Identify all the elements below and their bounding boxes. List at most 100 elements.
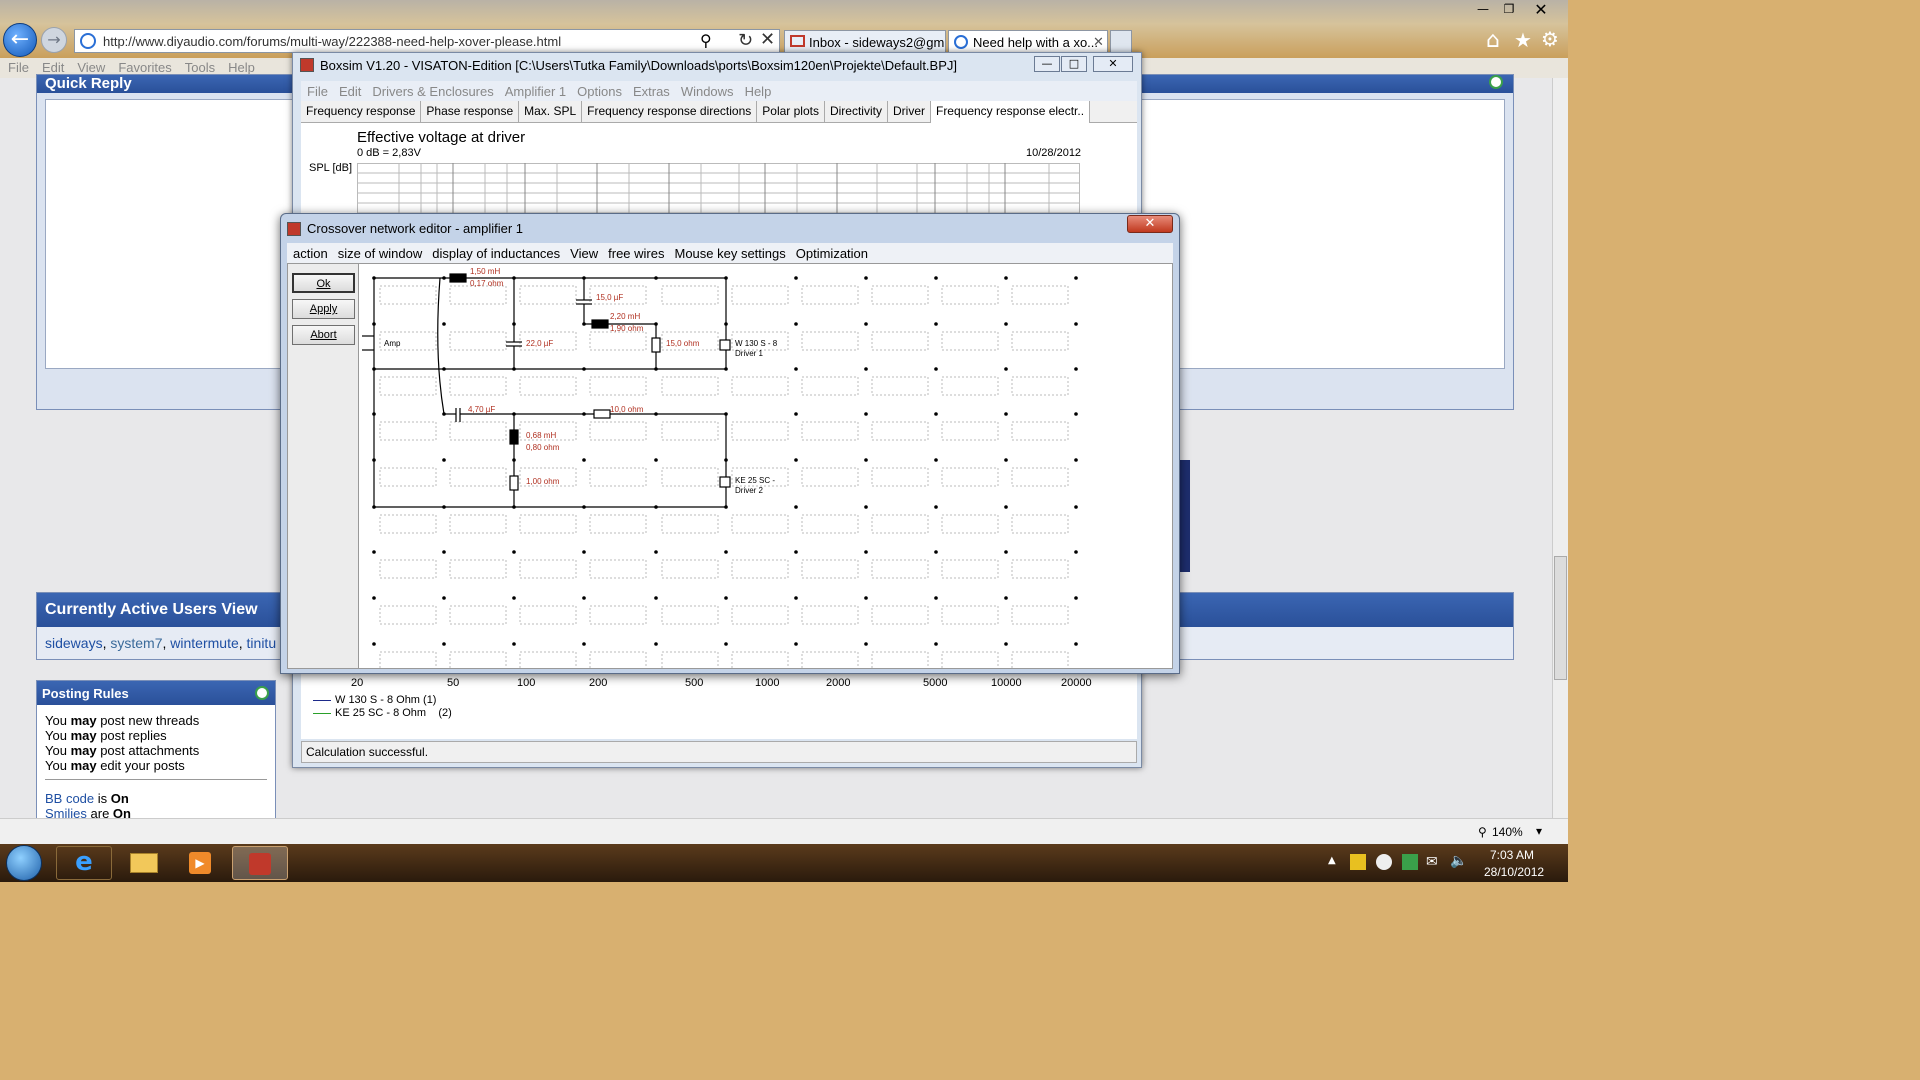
tray-app-icon[interactable] <box>1350 854 1366 870</box>
back-button[interactable]: ← <box>3 23 37 57</box>
circuit-canvas[interactable]: 1,50 mH 0,17 ohm 15,0 µF 2,20 mH 1,90 oh… <box>360 264 1172 668</box>
menu-size-of-window[interactable]: size of window <box>338 246 423 261</box>
active-users-title[interactable]: Currently Active Users View <box>45 601 258 618</box>
minimize-icon[interactable]: — <box>1034 56 1060 72</box>
tab-need-help[interactable]: Need help with a xo... ✕ <box>948 30 1108 54</box>
component-slot <box>941 421 999 441</box>
menu-edit[interactable]: Edit <box>339 84 361 99</box>
stop-icon[interactable]: ✕ <box>760 29 775 50</box>
menu-tools[interactable]: Tools <box>185 58 215 75</box>
tab-frequency-response[interactable]: Frequency response <box>301 101 422 123</box>
start-button[interactable] <box>6 845 42 881</box>
grid-node <box>864 322 868 326</box>
folder-taskbar-icon[interactable] <box>116 846 172 880</box>
zoom-dropdown-icon[interactable]: ▾ <box>1536 824 1542 838</box>
user-link[interactable]: wintermute <box>170 635 238 651</box>
clock-time[interactable]: 7:03 AM <box>1490 848 1534 862</box>
page-scrollbar[interactable] <box>1552 78 1568 818</box>
grid-node <box>934 322 938 326</box>
l2-resistance-label: 1,90 ohm <box>610 324 644 333</box>
menu-extras[interactable]: Extras <box>633 84 670 99</box>
menu-edit[interactable]: Edit <box>42 58 64 75</box>
menu-view[interactable]: View <box>570 246 598 261</box>
menu-mouse-key-settings[interactable]: Mouse key settings <box>674 246 785 261</box>
close-icon[interactable]: ✕ <box>1528 0 1554 19</box>
tab-driver[interactable]: Driver <box>888 101 931 123</box>
restore-icon[interactable]: ❐ <box>1496 2 1522 18</box>
grid-node <box>794 367 798 371</box>
component-slot <box>1011 285 1069 305</box>
media-player-taskbar-icon[interactable]: ▶ <box>172 846 228 880</box>
user-link[interactable]: sideways <box>45 635 103 651</box>
tab-phase-response[interactable]: Phase response <box>421 101 520 123</box>
menu-action[interactable]: action <box>293 246 328 261</box>
user-link[interactable]: system7 <box>110 635 162 651</box>
clock-date[interactable]: 28/10/2012 <box>1484 865 1544 879</box>
forward-button[interactable]: → <box>41 27 67 53</box>
maximize-icon[interactable]: □ <box>1061 56 1087 72</box>
ie-taskbar-icon[interactable]: e <box>56 846 112 880</box>
r2-label: 10,0 ohm <box>610 405 644 414</box>
component-slot <box>449 605 507 625</box>
menu-optimization[interactable]: Optimization <box>796 246 868 261</box>
component-slot <box>801 651 859 668</box>
grid-node <box>1074 642 1078 646</box>
new-tab-button[interactable] <box>1110 30 1132 54</box>
tray-app-icon[interactable] <box>1402 854 1418 870</box>
menu-view[interactable]: View <box>77 58 105 75</box>
tab-frequency-response-electrical[interactable]: Frequency response electr.. <box>930 101 1091 123</box>
menu-amplifier[interactable]: Amplifier 1 <box>505 84 566 99</box>
tab-polar-plots[interactable]: Polar plots <box>757 101 825 123</box>
collapse-icon[interactable] <box>255 686 269 700</box>
address-bar[interactable]: http://www.diyaudio.com/forums/multi-way… <box>74 29 780 53</box>
menu-windows[interactable]: Windows <box>681 84 734 99</box>
menu-drivers[interactable]: Drivers & Enclosures <box>372 84 493 99</box>
home-icon[interactable]: ⌂ <box>1486 28 1500 53</box>
ok-button[interactable]: Ok <box>292 273 355 293</box>
component-slot <box>379 605 437 625</box>
tab-frequency-directions[interactable]: Frequency response directions <box>582 101 758 123</box>
menu-options[interactable]: Options <box>577 84 622 99</box>
menu-help[interactable]: Help <box>745 84 772 99</box>
abort-button[interactable]: Abort <box>292 325 355 345</box>
apply-button[interactable]: Apply <box>292 299 355 319</box>
menu-free-wires[interactable]: free wires <box>608 246 664 261</box>
zoom-level[interactable]: 140% <box>1492 825 1523 839</box>
tab-directivity[interactable]: Directivity <box>825 101 888 123</box>
boxsim-app-icon <box>300 58 314 72</box>
bbcode-link[interactable]: BB code <box>45 791 94 806</box>
menu-file[interactable]: File <box>8 58 29 75</box>
search-icon[interactable]: ⚲ <box>700 31 712 50</box>
collapse-icon[interactable] <box>1489 75 1503 89</box>
component-slot <box>589 514 647 534</box>
boxsim-taskbar-icon[interactable] <box>232 846 288 880</box>
volume-icon[interactable]: 🔈 <box>1450 853 1467 869</box>
l2-inductance-label: 2,20 mH <box>610 312 640 321</box>
tab-inbox[interactable]: Inbox - sideways2@gm... <box>784 30 946 54</box>
menu-display-inductances[interactable]: display of inductances <box>432 246 560 261</box>
component-slot <box>801 514 859 534</box>
favorites-star-icon[interactable]: ★ <box>1514 28 1532 52</box>
component-slot <box>379 285 437 305</box>
tray-app-icon[interactable] <box>1376 854 1392 870</box>
refresh-icon[interactable]: ↻ <box>738 30 753 51</box>
driver1-model: W 130 S - 8 <box>735 339 778 348</box>
tab-close-icon[interactable]: ✕ <box>1093 34 1104 50</box>
component-slot <box>731 514 789 534</box>
rules-list: You may post new threads You may post re… <box>45 713 199 773</box>
tray-up-arrow-icon[interactable]: ▲ <box>1328 855 1336 866</box>
tab-max-spl[interactable]: Max. SPL <box>519 101 583 123</box>
close-icon[interactable]: ✕ <box>1127 215 1173 233</box>
rules-divider <box>45 779 267 780</box>
menu-favorites[interactable]: Favorites <box>118 58 171 75</box>
component-slot <box>519 559 577 579</box>
menu-file[interactable]: File <box>307 84 328 99</box>
tools-gear-icon[interactable]: ⚙ <box>1541 27 1559 51</box>
x-tick-label: 2000 <box>826 677 851 689</box>
minimize-icon[interactable]: — <box>1470 2 1496 18</box>
close-icon[interactable]: ✕ <box>1093 56 1133 72</box>
scrollbar-thumb[interactable] <box>1554 556 1567 680</box>
mail-icon[interactable]: ✉ <box>1426 854 1438 870</box>
user-link[interactable]: tinitu <box>247 635 277 651</box>
menu-help[interactable]: Help <box>228 58 255 75</box>
